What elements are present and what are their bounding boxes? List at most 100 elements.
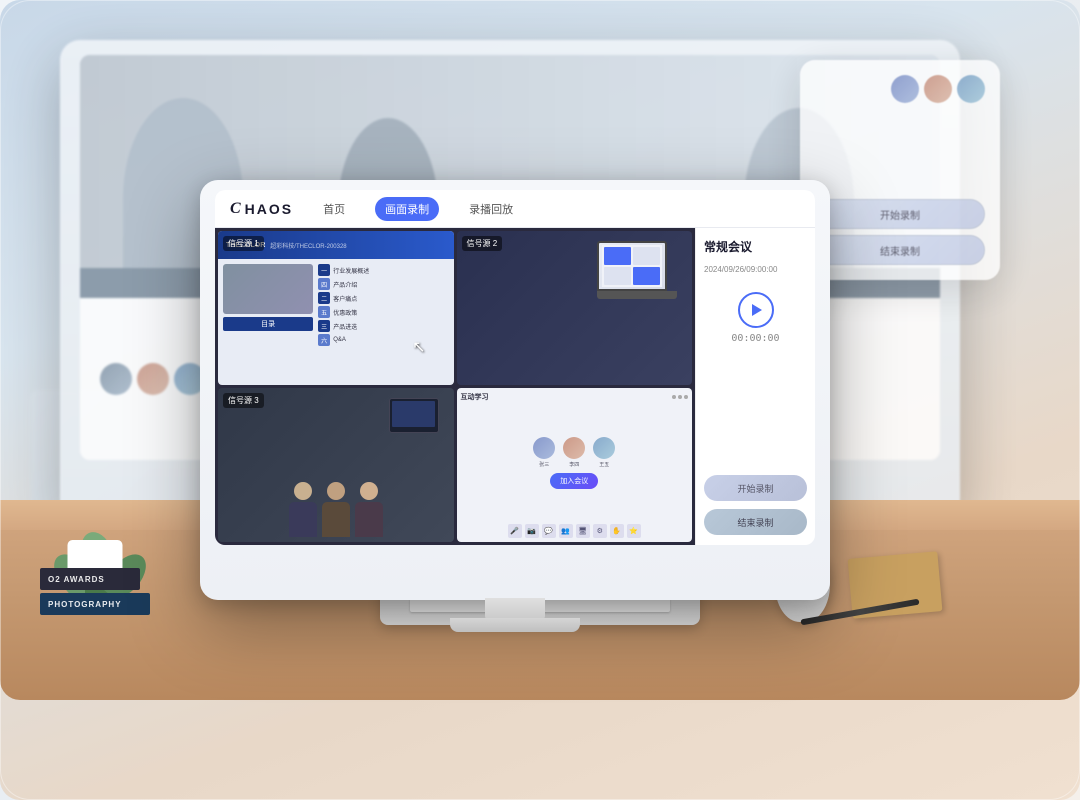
laptop-screen-inner: [602, 245, 661, 286]
slide-item-3: 二 客户痛点: [318, 292, 448, 304]
book-1-title: O2 AWARDS: [48, 575, 105, 584]
vc4-title: 互动学习: [461, 392, 489, 402]
bg-start-record-button[interactable]: 开始录制: [815, 199, 985, 229]
play-button[interactable]: [738, 292, 774, 328]
slide-subtitle: 超彩科技/THECLOR-200328: [270, 241, 346, 250]
video-cell-3: 信号源 3: [218, 388, 454, 542]
vc4-join-button[interactable]: 加入会议: [550, 473, 598, 489]
bg-card-avatars: [815, 75, 985, 103]
laptop-screen: [597, 241, 667, 291]
bg-card: 开始录制 结束录制: [800, 60, 1000, 280]
person-1: [289, 482, 317, 537]
start-record-button[interactable]: 开始录制: [704, 475, 807, 501]
main-monitor-screen: C HAOS 首页 画面录制 录播回放 信号源 1: [215, 190, 815, 545]
slide-item-qa: 六 Q&A: [318, 334, 448, 346]
vc4-av-circle-1: [533, 437, 555, 459]
logo-haos: HAOS: [245, 201, 293, 217]
slide-menu-title: 目录: [223, 317, 313, 331]
slide-item-1: 一 行业发展概述: [318, 264, 448, 276]
vc4-dot-2: [678, 395, 682, 399]
vc4-dot-1: [672, 395, 676, 399]
bg-card-avatar-3: [957, 75, 985, 103]
cell3-label: 信号源 3: [223, 393, 264, 408]
person-3-body: [355, 502, 383, 537]
person-2: [322, 482, 350, 537]
person-1-body: [289, 502, 317, 537]
books: O2 AWARDS PHOTOGRAPHY: [40, 568, 150, 615]
laptop-base: [597, 291, 677, 299]
vc4-avatars: 张三 李四 王五: [533, 437, 615, 468]
meeting-date: 2024/09/26/09:00:00: [704, 265, 807, 274]
vc4-av-circle-2: [563, 437, 585, 459]
vc4-tool-2[interactable]: 📷: [525, 524, 539, 538]
menu-num-4: 四: [318, 278, 330, 290]
video-cell-1: 信号源 1 THECOLOR 超彩科技/THECLOR-200328 目录: [218, 231, 454, 385]
book-2-title: PHOTOGRAPHY: [48, 600, 122, 609]
right-panel: 常规会议 2024/09/26/09:00:00 00:00:00 开始录制 结…: [695, 228, 815, 545]
slide-item-2: 四 产品介绍: [318, 278, 448, 290]
slide-right: 一 行业发展概述 四 产品介绍 二 客户痛点: [318, 264, 448, 380]
meeting-title: 常规会议: [704, 238, 807, 255]
ls-cell-3: [604, 267, 631, 285]
vc4-tool-7[interactable]: ✋: [610, 524, 624, 538]
end-record-button[interactable]: 结束录制: [704, 509, 807, 535]
vc4-av-label-1: 张三: [539, 461, 549, 468]
book-1: O2 AWARDS: [40, 568, 140, 590]
menu-text-6: Q&A: [333, 337, 346, 343]
menu-text-2: 客户痛点: [333, 294, 357, 303]
nav-home[interactable]: 首页: [313, 197, 355, 221]
vc4-header: 互动学习: [461, 392, 689, 402]
menu-num-1: 一: [318, 264, 330, 276]
cursor-icon: ↖: [412, 337, 425, 357]
nav-screen-record[interactable]: 画面录制: [375, 197, 439, 221]
slide-item-6: 三 产品进迭: [318, 320, 448, 332]
people-silhouette: [218, 414, 454, 537]
vc4-av-circle-3: [593, 437, 615, 459]
cell2-label: 信号源 2: [462, 236, 503, 251]
app-titlebar: C HAOS 首页 画面录制 录播回放: [215, 190, 815, 228]
play-triangle-icon: [752, 304, 762, 316]
video-grid: 信号源 1 THECOLOR 超彩科技/THECLOR-200328 目录: [215, 228, 695, 545]
vc4-tool-1[interactable]: 🎤: [508, 524, 522, 538]
slide-image: [223, 264, 313, 314]
vc4-toolbar: 🎤 📷 💬 👥 🖥 ⚙ ✋ ⭐: [461, 524, 689, 538]
bg-end-record-button[interactable]: 结束录制: [815, 235, 985, 265]
vc4-dot-3: [684, 395, 688, 399]
ls-cell-1: [604, 247, 631, 265]
bg-avatars: [100, 363, 206, 395]
vc4-avatar-2: 李四: [563, 437, 585, 468]
vc4-av-label-3: 王五: [599, 461, 609, 468]
video-cell-2: 信号源 2: [457, 231, 693, 385]
vc4-tool-5[interactable]: 🖥: [576, 524, 590, 538]
bg-card-buttons: 开始录制 结束录制: [815, 199, 985, 265]
slide-body: 目录 一 行业发展概述 四 产品介绍: [218, 259, 454, 385]
video-cell-4: 互动学习: [457, 388, 693, 542]
menu-text-3: 产品进迭: [333, 322, 357, 331]
person-3: [355, 482, 383, 537]
main-monitor: C HAOS 首页 画面录制 录播回放 信号源 1: [200, 180, 830, 600]
vc4-center: 张三 李四 王五: [461, 405, 689, 521]
logo-c: C: [230, 200, 241, 218]
scene-container: 开始录制 结束录制 C HAOS 首页 画面录制 录播回放: [0, 0, 1080, 800]
bg-avatar-2: [137, 363, 169, 395]
vc4-tool-4[interactable]: 👥: [559, 524, 573, 538]
vc4-tool-6[interactable]: ⚙: [593, 524, 607, 538]
menu-num-2: 二: [318, 292, 330, 304]
bg-card-avatar-1: [891, 75, 919, 103]
book-2: PHOTOGRAPHY: [40, 593, 150, 615]
menu-num-5: 五: [318, 306, 330, 318]
slide-item-5: 五 优惠政策: [318, 306, 448, 318]
slide-left: 目录: [223, 264, 313, 380]
bg-card-avatar-2: [924, 75, 952, 103]
main-monitor-base: [450, 618, 580, 632]
vc4-tool-8[interactable]: ⭐: [627, 524, 641, 538]
app-container: C HAOS 首页 画面录制 录播回放 信号源 1: [215, 190, 815, 545]
nav-playback[interactable]: 录播回放: [459, 197, 523, 221]
person-3-head: [360, 482, 378, 500]
menu-text-4: 产品介绍: [333, 280, 357, 289]
app-logo: C HAOS: [230, 200, 293, 218]
menu-num-3: 三: [318, 320, 330, 332]
app-content: 信号源 1 THECOLOR 超彩科技/THECLOR-200328 目录: [215, 228, 815, 545]
vc4-tool-3[interactable]: 💬: [542, 524, 556, 538]
person-2-body: [322, 502, 350, 537]
